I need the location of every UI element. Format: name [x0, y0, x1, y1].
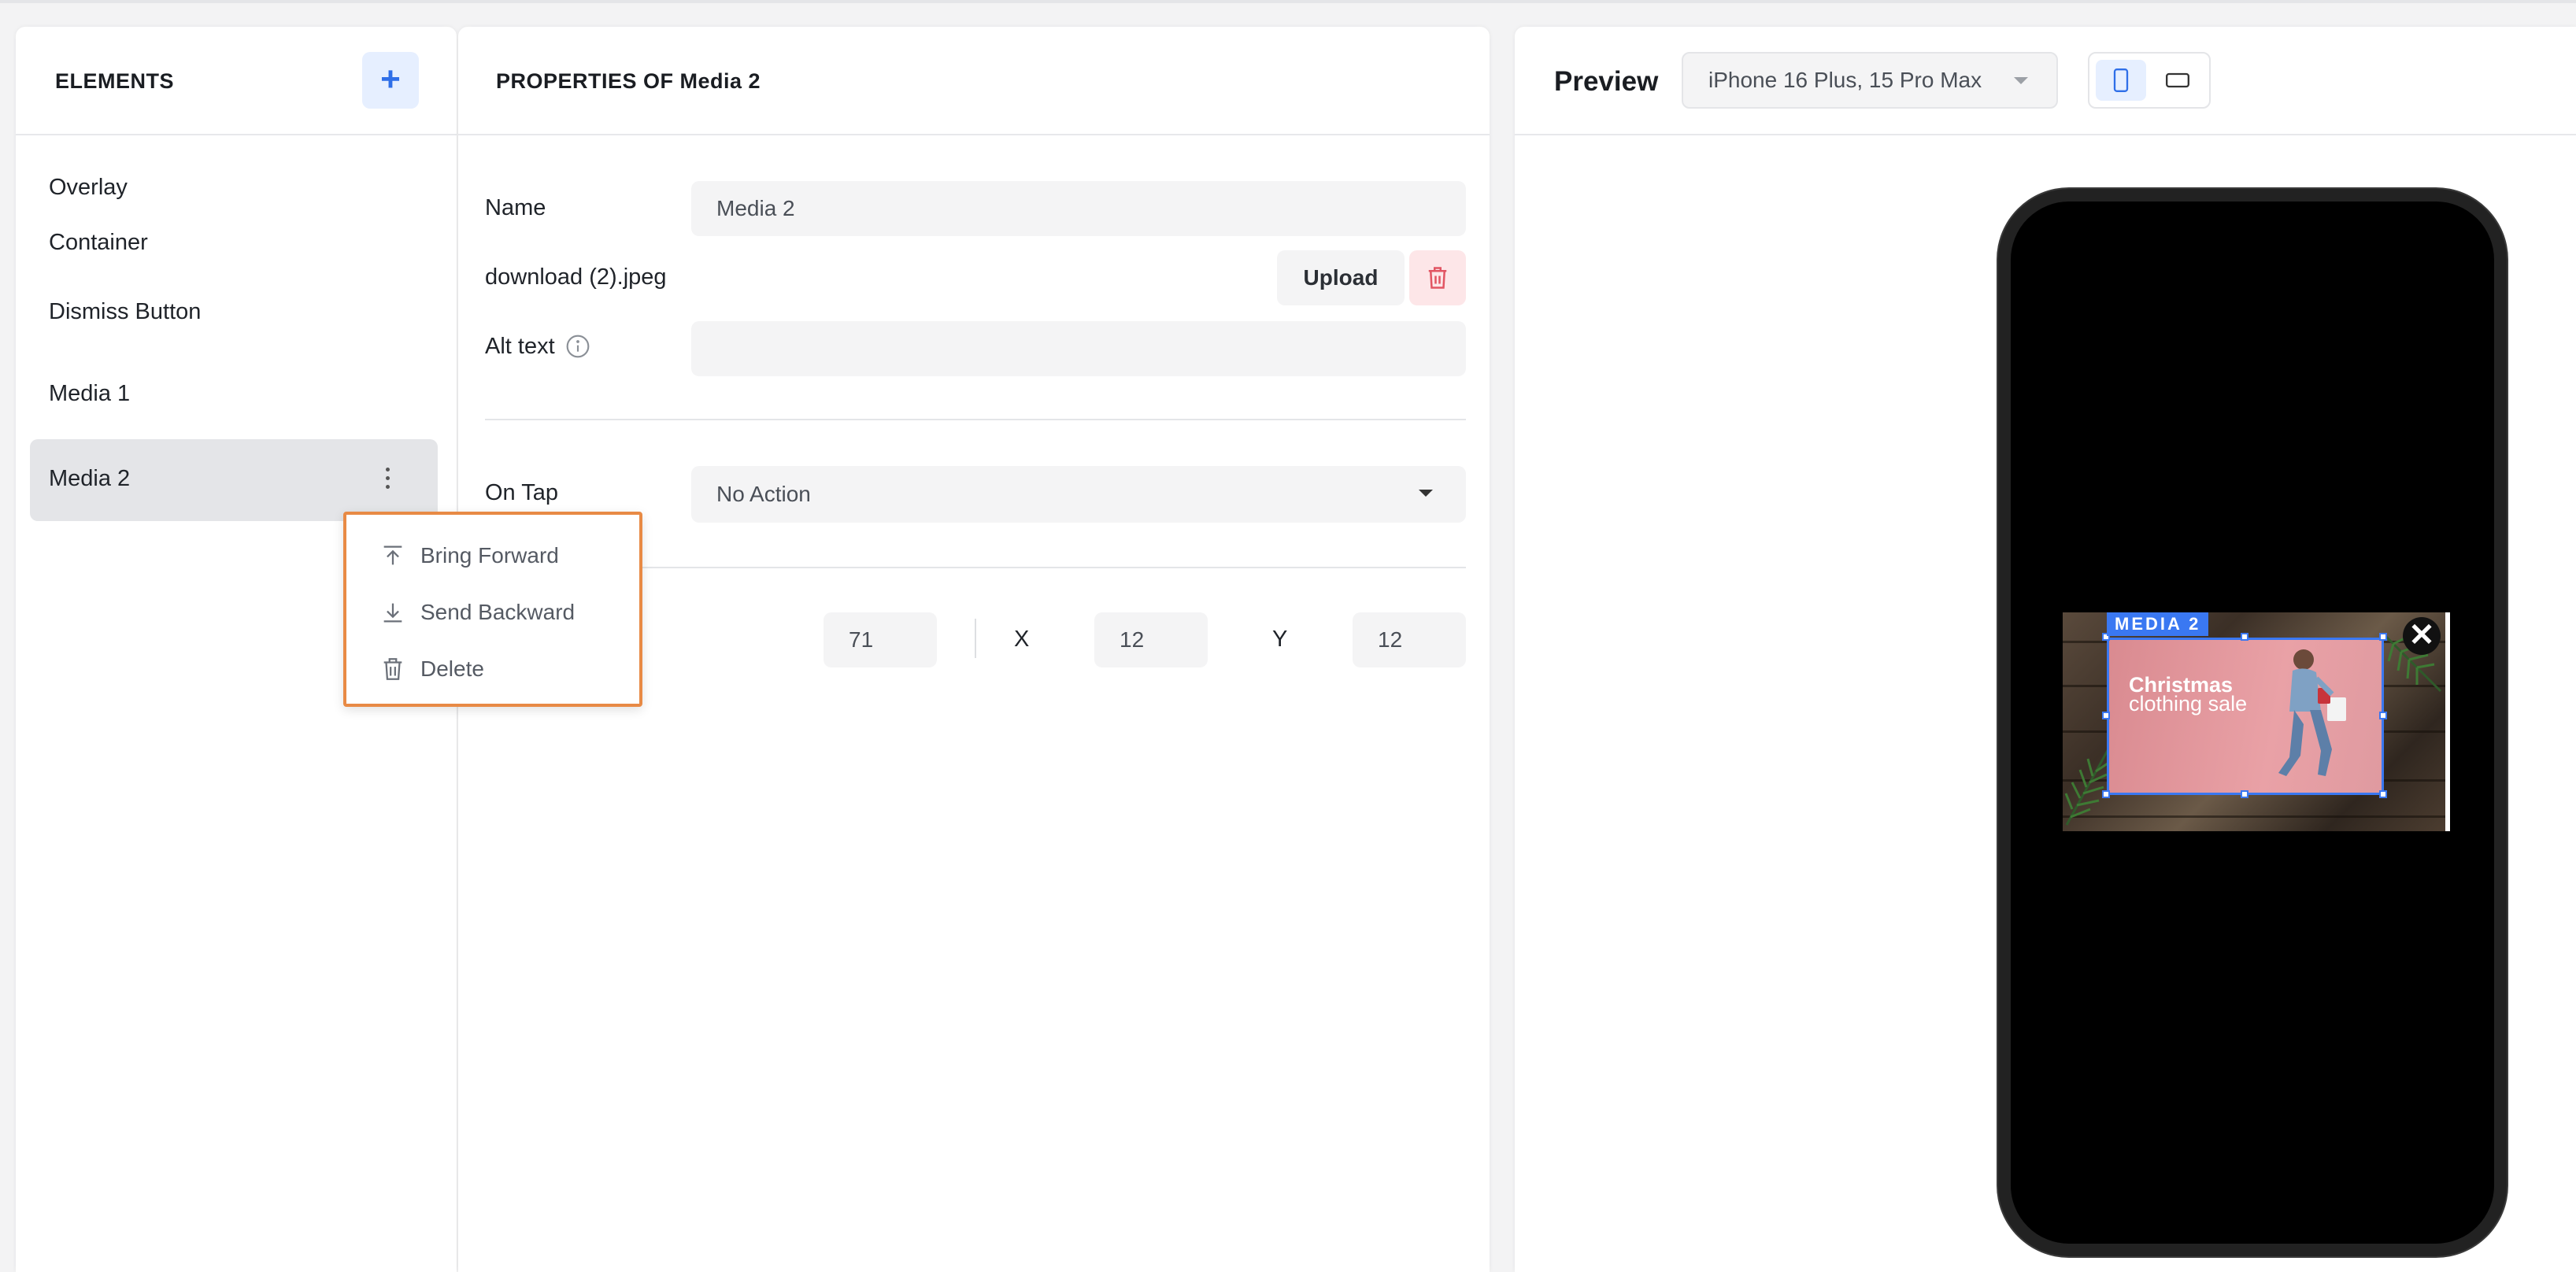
phone-portrait-icon	[2113, 68, 2129, 92]
menu-item-label: Delete	[420, 656, 484, 681]
trash-icon	[383, 658, 402, 680]
kebab-menu-icon[interactable]	[383, 468, 392, 493]
alt-text-input[interactable]	[691, 321, 1466, 376]
x-label: X	[1014, 627, 1030, 652]
x-input[interactable]: 12	[1094, 612, 1208, 667]
phone-landscape-icon	[2166, 72, 2189, 88]
portrait-button[interactable]	[2096, 60, 2146, 101]
element-item-overlay[interactable]: Overlay	[49, 175, 128, 201]
name-label: Name	[485, 195, 546, 220]
landscape-button[interactable]	[2152, 60, 2203, 101]
selected-element-tag: MEDIA 2	[2107, 612, 2209, 636]
element-context-menu: Bring Forward Send Backward Delete	[343, 512, 642, 707]
info-icon[interactable]	[565, 334, 590, 359]
resize-handle[interactable]	[2379, 712, 2387, 719]
dismiss-close-icon[interactable]: ✕	[2403, 617, 2441, 655]
divider	[485, 419, 1466, 420]
bring-forward-icon	[383, 545, 402, 565]
element-item-media-1[interactable]: Media 1	[49, 381, 130, 407]
resize-handle[interactable]	[2241, 790, 2248, 798]
selection-outline	[2107, 638, 2384, 795]
y-input[interactable]: 12	[1353, 612, 1466, 667]
trash-icon	[1428, 267, 1447, 289]
orientation-toggle	[2088, 52, 2211, 109]
resize-handle[interactable]	[2241, 633, 2248, 641]
preview-title: Preview	[1554, 66, 1659, 97]
top-border	[0, 0, 2576, 3]
device-select[interactable]: iPhone 16 Plus, 15 Pro Max	[1682, 52, 2058, 109]
on-tap-label: On Tap	[485, 480, 558, 505]
elements-panel-title: ELEMENTS	[55, 69, 175, 93]
menu-item-bring-forward[interactable]: Bring Forward	[379, 540, 559, 571]
element-item-media-2[interactable]: Media 2	[30, 439, 438, 521]
send-backward-icon	[383, 603, 402, 623]
menu-item-label: Bring Forward	[420, 543, 559, 568]
preview-panel-header: Preview iPhone 16 Plus, 15 Pro Max	[1515, 27, 2576, 135]
menu-item-send-backward[interactable]: Send Backward	[379, 597, 575, 628]
delete-media-button[interactable]	[1409, 250, 1466, 305]
chevron-down-icon	[1419, 490, 1433, 497]
properties-panel-title: PROPERTIES OF Media 2	[496, 69, 761, 93]
file-name-label: download (2).jpeg	[485, 264, 667, 290]
y-label: Y	[1272, 627, 1288, 652]
preview-panel: Preview iPhone 16 Plus, 15 Pro Max Chris…	[1515, 27, 2576, 1272]
name-input[interactable]: Media 2	[691, 181, 1466, 236]
properties-panel-header: PROPERTIES OF Media 2	[458, 27, 1490, 135]
elements-panel-header: ELEMENTS +	[16, 27, 457, 135]
on-tap-value: No Action	[716, 482, 811, 506]
resize-handle[interactable]	[2102, 790, 2110, 798]
add-element-button[interactable]: +	[362, 52, 419, 109]
upload-button[interactable]: Upload	[1277, 250, 1405, 305]
element-item-dismiss-button[interactable]: Dismiss Button	[49, 299, 201, 325]
alt-text-label: Alt text	[485, 334, 555, 359]
element-item-container[interactable]: Container	[49, 230, 148, 256]
chevron-down-icon	[2014, 77, 2028, 84]
size-input[interactable]: 71	[824, 612, 937, 667]
resize-handle[interactable]	[2102, 712, 2110, 719]
resize-handle[interactable]	[2379, 633, 2387, 641]
menu-item-delete[interactable]: Delete	[379, 653, 484, 685]
resize-handle[interactable]	[2379, 790, 2387, 798]
separator	[975, 619, 976, 658]
element-item-label: Media 2	[49, 466, 131, 491]
on-tap-select[interactable]: No Action	[691, 466, 1466, 523]
device-select-value: iPhone 16 Plus, 15 Pro Max	[1708, 68, 1982, 92]
menu-item-label: Send Backward	[420, 600, 576, 624]
